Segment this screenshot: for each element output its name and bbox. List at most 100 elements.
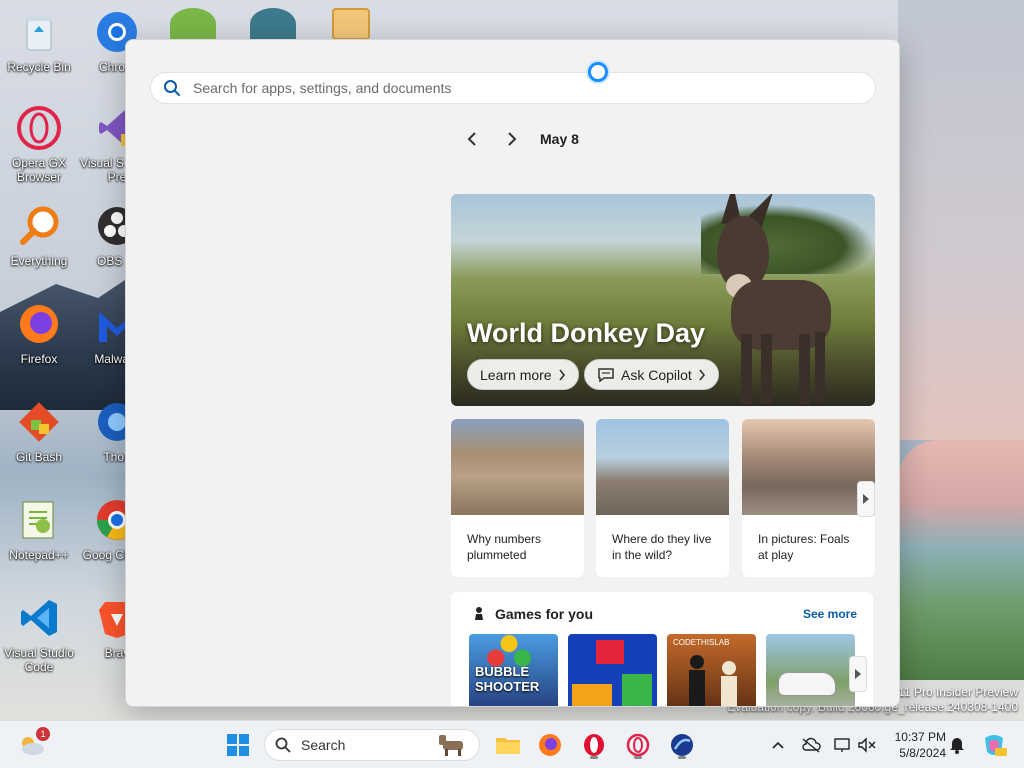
weather-widget-button[interactable]: 1 [16, 727, 50, 761]
running-indicator [634, 756, 642, 759]
running-indicator [678, 756, 686, 759]
chevron-right-icon [558, 369, 565, 380]
desktop-icon-git-bash[interactable]: Git Bash [2, 398, 76, 464]
desktop-icon-opera-gx[interactable]: Opera GX Browser [2, 104, 76, 184]
notifications-button[interactable] [944, 729, 970, 761]
next-day-button[interactable] [496, 126, 528, 152]
desktop-wallpaper-sky [898, 0, 1024, 440]
windows-logo-icon [227, 734, 249, 756]
show-hidden-icons-button[interactable] [766, 729, 790, 761]
learn-more-button[interactable]: Learn more [467, 359, 579, 390]
chevron-right-icon [508, 132, 517, 146]
ask-copilot-button[interactable]: Ask Copilot [584, 359, 719, 390]
chevron-up-icon [772, 741, 784, 749]
desktop-icon-everything[interactable]: Everything [2, 202, 76, 268]
folder-icon [496, 738, 520, 754]
everything-search-icon [15, 202, 63, 250]
firefox-icon [539, 734, 561, 756]
search-icon [275, 737, 291, 753]
news-card[interactable]: Why numbers plummeted [451, 419, 584, 577]
game-tile-racing[interactable] [766, 634, 855, 706]
block-piece [572, 684, 612, 706]
opera-icon [584, 734, 604, 756]
taskbar-clock[interactable]: 10:37 PM 5/8/2024 [880, 729, 946, 761]
file-explorer-button[interactable] [492, 729, 524, 761]
watermark-edition: s 11 Pro Insider Preview [888, 685, 1018, 699]
search-box[interactable] [150, 72, 876, 104]
chevron-right-icon [699, 369, 705, 380]
taskbar-search[interactable]: Search [264, 729, 480, 761]
game-tile-blocks[interactable] [568, 634, 657, 706]
block-piece [622, 674, 652, 706]
game-tile-bubble-shooter[interactable]: BUBBLE SHOOTER [469, 634, 558, 706]
network-button[interactable] [830, 729, 856, 761]
opera-taskbar-button[interactable] [578, 729, 610, 761]
desktop-icon-label: Git Bash [15, 450, 63, 464]
notepad-plus-icon [15, 496, 63, 544]
card-caption: In pictures: Foals at play [758, 532, 850, 562]
taskbar-search-label: Search [301, 737, 346, 753]
car-image [778, 672, 836, 696]
games-scroll-right-button[interactable] [849, 656, 867, 692]
notepad-app-icon[interactable] [332, 8, 370, 40]
caret-right-icon [855, 669, 861, 679]
recycle-bin-icon [15, 8, 63, 56]
desktop-icon-label: Opera GX Browser [11, 156, 67, 184]
opera-gx-icon [626, 733, 650, 757]
chess-piece-icon [475, 607, 483, 620]
opera-gx-icon [15, 104, 63, 152]
hero-title: World Donkey Day [467, 318, 706, 348]
games-header: Games for you [471, 606, 593, 622]
network-monitor-icon [834, 738, 850, 752]
search-icon [164, 80, 180, 96]
desktop-wallpaper-lake [898, 440, 1024, 680]
card-caption: Where do they live in the wild? [612, 532, 712, 562]
loading-spinner-icon [588, 62, 608, 82]
game-tile-chess[interactable]: CODETHISLAB [667, 634, 756, 706]
copilot-icon [985, 735, 1007, 756]
block-piece [596, 640, 624, 664]
running-indicator [590, 756, 598, 759]
opera-gx-taskbar-button[interactable] [622, 729, 654, 761]
donkey-grazing-image [451, 419, 584, 515]
desktop-icon-vscode[interactable]: Visual Studio Code [2, 594, 76, 674]
clock-time: 10:37 PM [894, 730, 946, 744]
desktop-icon-firefox[interactable]: Firefox [2, 300, 76, 366]
see-more-link[interactable]: See more [803, 607, 857, 621]
cards-scroll-right-button[interactable] [857, 481, 875, 517]
desktop-icon-recycle-bin[interactable]: Recycle Bin [2, 8, 76, 74]
date-label: May 8 [540, 131, 579, 147]
chevron-left-icon [467, 132, 476, 146]
globe-app-icon[interactable] [250, 8, 296, 40]
firefox-taskbar-button[interactable] [534, 729, 566, 761]
games-section: Games for you See more BUBBLE SHOOTER CO… [451, 592, 873, 706]
foals-image [742, 419, 875, 515]
ask-copilot-label: Ask Copilot [621, 366, 692, 383]
cc-cleaner-icon[interactable] [170, 8, 216, 40]
desktop-icon-notepad-plus[interactable]: Notepad++ [2, 496, 76, 562]
thorium-taskbar-button[interactable] [666, 729, 698, 761]
news-card[interactable]: Where do they live in the wild? [596, 419, 729, 577]
thorium-icon [671, 734, 693, 756]
desktop-icon-label: Everything [10, 254, 68, 268]
speaker-muted-icon [858, 737, 876, 753]
prev-day-button[interactable] [456, 126, 488, 152]
learn-more-label: Learn more [480, 366, 552, 383]
cloud-offline-icon [802, 737, 821, 753]
caret-right-icon [863, 494, 869, 504]
volume-button[interactable] [854, 729, 880, 761]
hero-card[interactable]: World Donkey Day Learn more Ask Copilot [451, 194, 875, 406]
start-button[interactable] [222, 729, 254, 761]
git-bash-icon [15, 398, 63, 446]
bell-icon [950, 738, 964, 754]
game-title: BUBBLE SHOOTER [475, 664, 540, 694]
vscode-icon [15, 594, 63, 642]
news-card[interactable]: In pictures: Foals at play [742, 419, 875, 577]
card-caption: Why numbers plummeted [467, 532, 542, 562]
onedrive-button[interactable] [798, 729, 824, 761]
search-input[interactable] [193, 80, 875, 96]
copilot-button[interactable] [978, 729, 1010, 761]
search-panel: May 8 World Donkey Day Learn more Ask Co… [125, 39, 900, 707]
chess-pieces-icon [689, 655, 737, 706]
clock-date: 5/8/2024 [899, 746, 946, 760]
